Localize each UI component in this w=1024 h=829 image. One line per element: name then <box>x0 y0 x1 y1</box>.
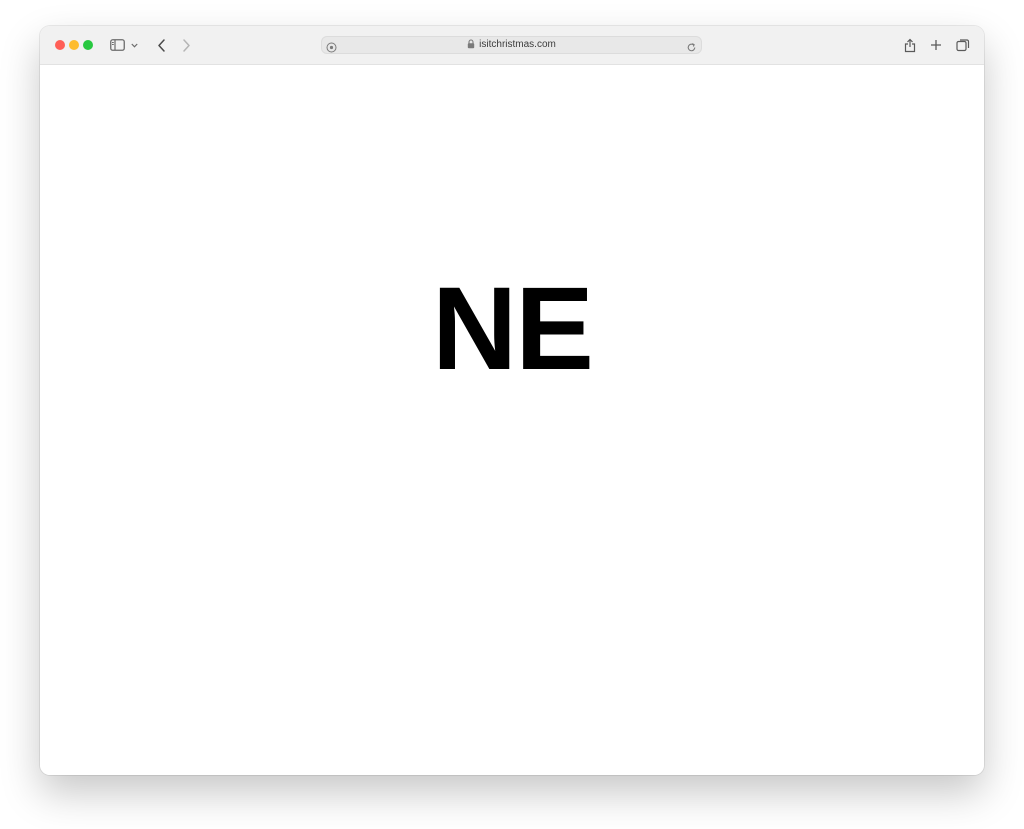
screen: isitchristmas.com NE <box>0 0 1024 829</box>
url-text: isitchristmas.com <box>479 39 556 50</box>
chevron-down-icon[interactable] <box>129 37 139 53</box>
browser-window: isitchristmas.com NE <box>40 26 984 775</box>
chevron-left-icon <box>157 38 165 52</box>
plus-icon[interactable] <box>928 37 944 53</box>
address-center: isitchristmas.com <box>322 37 701 53</box>
christmas-answer: NE <box>432 263 594 395</box>
address-bar[interactable]: isitchristmas.com <box>321 36 702 54</box>
back-button[interactable] <box>153 37 169 53</box>
lock-icon <box>467 36 475 54</box>
maximize-window-button[interactable] <box>83 40 93 50</box>
close-window-button[interactable] <box>55 40 65 50</box>
chevron-right-icon <box>182 38 190 52</box>
sidebar-icon[interactable] <box>109 37 125 53</box>
minimize-window-button[interactable] <box>69 40 79 50</box>
reload-icon[interactable] <box>686 40 697 52</box>
browser-toolbar: isitchristmas.com <box>40 26 984 65</box>
forward-button[interactable] <box>178 37 194 53</box>
share-icon[interactable] <box>902 37 918 53</box>
page-content: NE <box>40 65 984 775</box>
tabs-overview-icon[interactable] <box>955 37 971 53</box>
